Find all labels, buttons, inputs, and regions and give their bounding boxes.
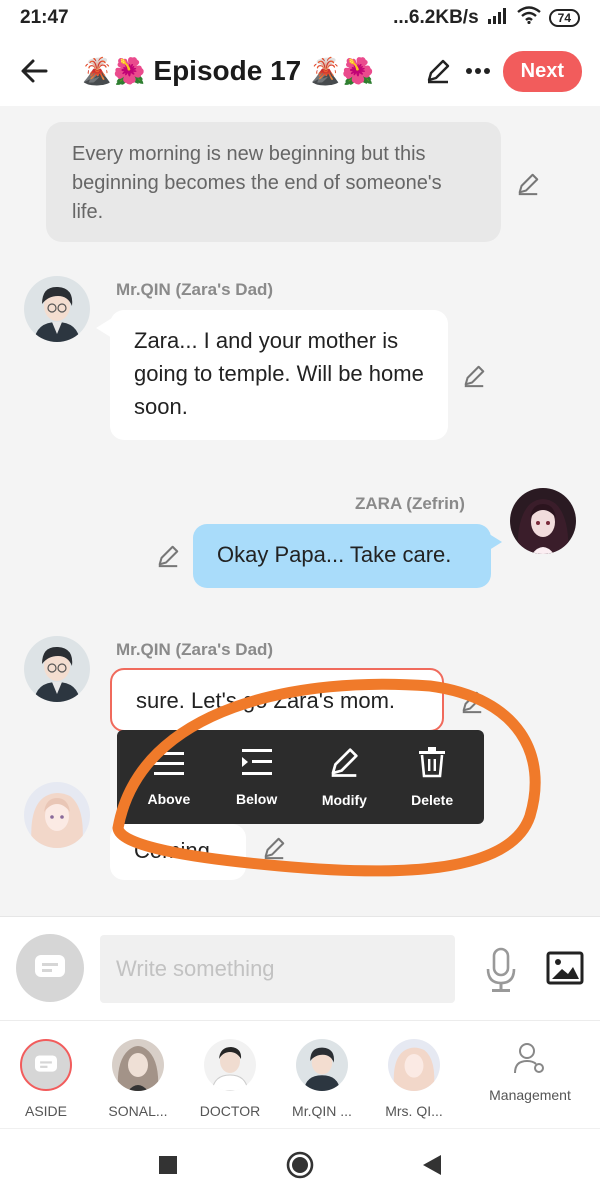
menu-item-delete[interactable]: Delete	[392, 746, 472, 808]
message-bubble[interactable]: Okay Papa... Take care.	[193, 524, 491, 588]
pencil-icon	[518, 173, 539, 196]
character-label: SONAL...	[108, 1103, 168, 1119]
composer-bar	[0, 916, 600, 1020]
episode-header: 🌋🌺 Episode 17 🌋🌺 Next	[0, 36, 600, 106]
pencil-icon	[427, 59, 449, 84]
network-speed: ...6.2KB/s	[393, 7, 479, 28]
avatar-mr-qin[interactable]	[24, 636, 90, 702]
aside-avatar	[20, 1039, 72, 1091]
pencil-icon	[464, 365, 485, 388]
character-sonal[interactable]: SONAL...	[92, 1021, 184, 1128]
message-icon	[35, 1055, 57, 1072]
status-bar: 21:47 ...6.2KB/s 74	[0, 0, 600, 36]
pencil-icon	[462, 691, 483, 714]
selected-message-bubble[interactable]: sure. Let's go Zara's mom.	[110, 668, 444, 732]
edit-narration-button[interactable]	[514, 170, 542, 198]
title-emoji-right: 🌋🌺	[309, 56, 374, 86]
trash-icon	[419, 747, 446, 778]
avatar-mr-qin[interactable]	[24, 276, 90, 342]
aside-toggle-button[interactable]	[16, 934, 84, 1002]
menu-item-label: Modify	[321, 792, 367, 808]
edit-message-button[interactable]	[154, 542, 182, 570]
avatar	[388, 1039, 440, 1091]
signal-icon	[487, 6, 509, 30]
microphone-icon	[486, 947, 516, 992]
menu-item-label: Below	[236, 791, 278, 807]
edit-message-button[interactable]	[460, 362, 488, 390]
menu-item-above[interactable]: Above	[129, 747, 209, 807]
character-selector: ASIDE SONAL... DOCTOR Mr.QIN ... Mrs. QI…	[0, 1020, 600, 1128]
image-button[interactable]	[544, 947, 586, 989]
avatar	[112, 1039, 164, 1091]
recents-button[interactable]	[150, 1147, 186, 1183]
insert-above-icon	[153, 749, 184, 775]
insert-below-icon	[241, 749, 272, 775]
system-nav-bar	[0, 1128, 600, 1200]
management-button[interactable]: Management	[460, 1021, 600, 1128]
menu-item-label: Above	[147, 791, 191, 807]
avatar-mrs-qin[interactable]	[24, 782, 90, 848]
speaker-name: Mr.QIN (Zara's Dad)	[116, 640, 274, 659]
character-label: Mr.QIN ...	[292, 1103, 352, 1119]
battery-indicator: 74	[548, 9, 580, 27]
edit-message-button[interactable]	[458, 688, 486, 716]
menu-item-modify[interactable]: Modify	[304, 746, 384, 808]
character-label: ASIDE	[24, 1103, 67, 1119]
image-icon	[546, 951, 584, 985]
status-time: 21:47	[20, 7, 69, 28]
title-emoji-left: 🌋🌺	[80, 56, 146, 86]
pencil-icon	[264, 837, 285, 860]
character-label: Mrs. QI...	[385, 1103, 443, 1119]
triangle-back-icon	[423, 1154, 441, 1175]
wifi-icon	[516, 6, 541, 30]
home-button[interactable]	[282, 1147, 318, 1183]
title-wrap: 🌋🌺 Episode 17 🌋🌺	[50, 55, 423, 87]
message-bubble[interactable]: Zara... I and your mother is going to te…	[110, 310, 448, 440]
edit-message-button[interactable]	[260, 834, 288, 862]
more-dots-icon	[465, 68, 490, 74]
status-icons: ...6.2KB/s 74	[393, 6, 580, 30]
avatar	[296, 1039, 348, 1091]
character-doctor[interactable]: DOCTOR	[184, 1021, 276, 1128]
next-button[interactable]: Next	[502, 50, 582, 92]
voice-button[interactable]	[480, 945, 522, 995]
speaker-name: ZARA (Zefrin)	[355, 494, 465, 513]
menu-item-below[interactable]: Below	[217, 747, 297, 807]
back-nav-button[interactable]	[414, 1147, 450, 1183]
avatar	[204, 1039, 256, 1091]
speaker-name: Mr.QIN (Zara's Dad)	[116, 280, 274, 299]
character-mr-qin[interactable]: Mr.QIN ...	[276, 1021, 368, 1128]
more-button[interactable]	[463, 56, 493, 86]
menu-item-label: Delete	[411, 792, 454, 808]
circle-icon	[286, 1151, 314, 1178]
back-button[interactable]	[18, 55, 50, 87]
avatar-zara[interactable]	[510, 488, 576, 554]
edit-title-button[interactable]	[423, 56, 453, 86]
user-settings-icon	[514, 1043, 544, 1074]
message-icon	[35, 955, 65, 977]
message-input[interactable]	[100, 935, 455, 1003]
pencil-icon	[331, 748, 359, 777]
back-arrow-icon	[21, 59, 48, 83]
chat-area[interactable]: Every morning is new beginning but this …	[0, 106, 600, 916]
message-context-menu: Above Below Modify Delete	[117, 730, 484, 824]
page-title: Episode 17	[153, 55, 302, 86]
message-bubble[interactable]: Coming.	[110, 824, 246, 880]
character-mrs-qin[interactable]: Mrs. QI...	[368, 1021, 460, 1128]
character-aside[interactable]: ASIDE	[0, 1021, 92, 1128]
narration-block[interactable]: Every morning is new beginning but this …	[46, 122, 501, 242]
pencil-icon	[158, 545, 179, 568]
square-icon	[159, 1155, 177, 1174]
management-label: Management	[489, 1087, 571, 1103]
character-label: DOCTOR	[199, 1103, 261, 1119]
